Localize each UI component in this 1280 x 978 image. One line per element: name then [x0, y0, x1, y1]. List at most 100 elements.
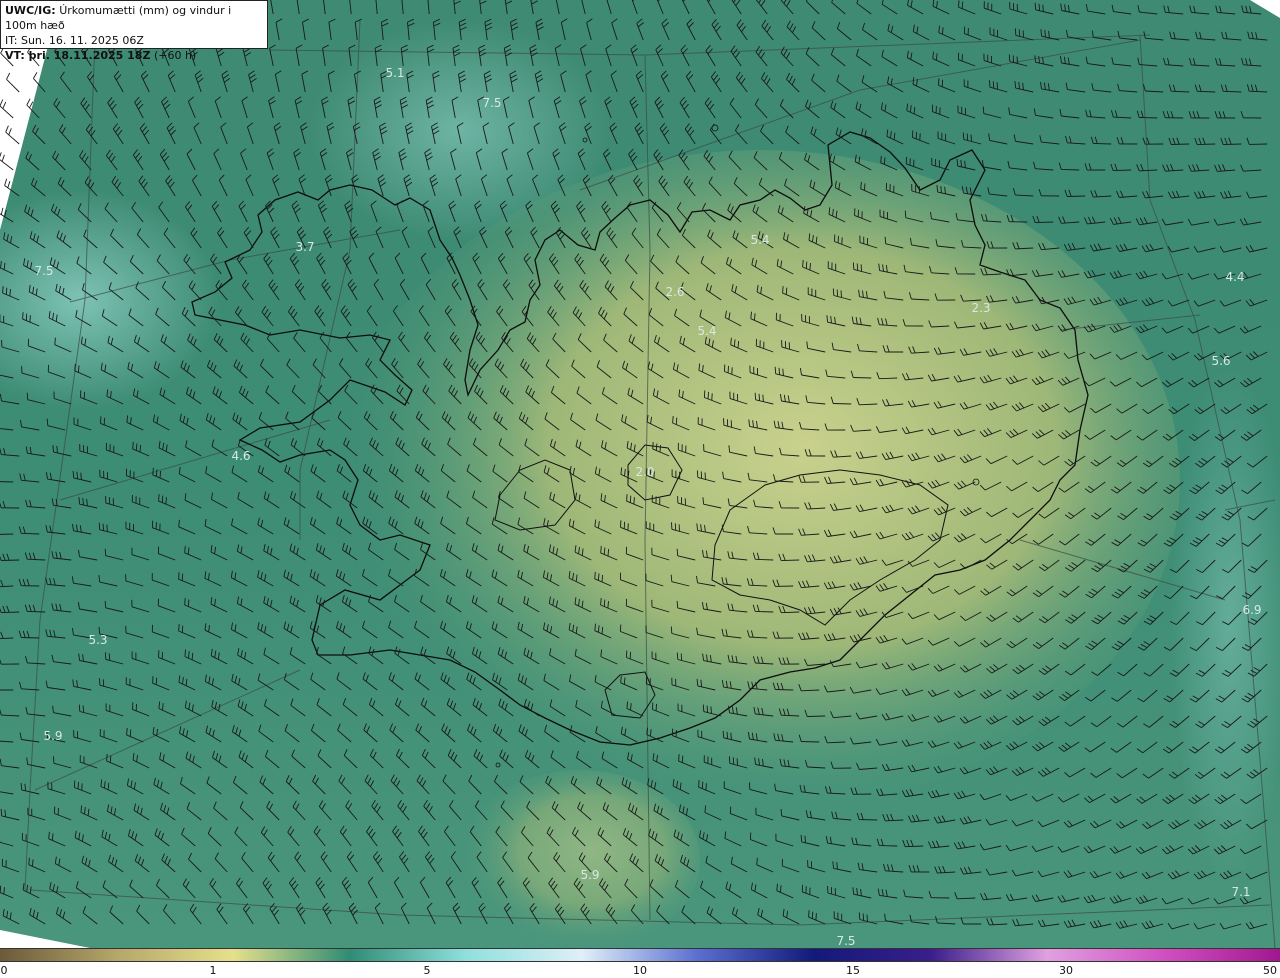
wind-barb — [1171, 143, 1190, 145]
wind-barb-feather — [880, 155, 882, 163]
wind-barb-feather — [102, 523, 105, 531]
wind-barb-feather — [139, 444, 142, 453]
wind-barb-feather — [22, 312, 24, 320]
wind-barb — [0, 533, 14, 535]
wind-barb-feather — [0, 808, 3, 816]
wind-barb-feather — [184, 597, 186, 606]
wind-barb-feather — [633, 497, 635, 505]
wind-barb-feather — [109, 755, 112, 763]
wind-barb-feather — [883, 157, 886, 165]
wind-barb-feather — [832, 288, 835, 296]
wind-barb-feather — [181, 625, 184, 633]
wind-barb-feather — [733, 339, 736, 347]
wind-barb-feather — [184, 545, 186, 553]
wind-barb-feather — [104, 600, 107, 608]
wind-barb-feather — [726, 731, 729, 739]
wind-barb-feather — [696, 678, 699, 686]
wind-barb-feather — [982, 106, 985, 114]
wind-barb-feather — [802, 259, 804, 268]
wind-barb-feather — [960, 159, 962, 167]
wind-barb-feather — [672, 415, 674, 424]
wind-barb-feather — [670, 626, 673, 634]
wind-barb-feather — [178, 572, 180, 580]
wind-barb-feather — [730, 732, 732, 740]
wind-barb — [1, 559, 20, 561]
wind-barb-feather — [1018, 29, 1021, 37]
wind-barb-feather — [800, 834, 803, 842]
wind-barb-feather — [681, 755, 684, 763]
wind-barb-feather — [1016, 56, 1018, 64]
wind-barb-feather — [28, 857, 30, 865]
wind-barb-feather — [805, 261, 808, 269]
wind-barb-feather — [722, 730, 725, 738]
wind-barb-feather — [774, 366, 777, 374]
wind-barb-feather — [701, 781, 704, 789]
wind-barb-feather — [104, 548, 107, 556]
wind-barb-feather — [129, 729, 132, 737]
wind-barb-feather — [705, 783, 707, 791]
wind-barb-feather — [178, 623, 180, 632]
wind-barb — [1197, 143, 1216, 146]
wind-barb-feather — [181, 573, 184, 581]
wind-barb-feather — [710, 706, 712, 714]
wind-barb-feather — [778, 367, 781, 375]
wind-barb — [21, 637, 40, 639]
wind-barb-feather — [607, 601, 609, 609]
wind-barb-feather — [594, 571, 596, 579]
wind-barb-feather — [161, 495, 164, 503]
wind-barb-feather — [958, 0, 960, 8]
wind-barb-feather — [9, 289, 11, 297]
wind-barb-feather — [106, 754, 108, 762]
land-field — [340, 150, 1180, 810]
wind-barb-feather — [603, 599, 606, 607]
wind-barb-feather — [600, 597, 602, 606]
wind-barb — [801, 741, 820, 743]
wind-barb-feather — [187, 599, 190, 607]
wind-barb — [1061, 168, 1080, 171]
wind-barb-feather — [809, 263, 811, 271]
wind-barb-feather — [670, 574, 673, 582]
map-view[interactable]: 5.1 7.5 3.7 5.4 2.6 5.4 2.3 4.4 5.6 4.6 … — [0, 0, 1280, 948]
wind-barb-feather — [2, 286, 4, 294]
wind-barb — [781, 559, 800, 562]
wind-barb-feather — [159, 470, 162, 479]
wind-barb-feather — [904, 210, 907, 218]
wind-barb-feather — [132, 441, 134, 449]
wind-barb-feather — [676, 548, 679, 556]
wind-barb-feather — [863, 183, 866, 191]
wind-barb-feather — [135, 443, 138, 451]
wind-barb — [0, 481, 14, 483]
wind-barb-feather — [600, 545, 602, 553]
wind-barb-feather — [77, 365, 80, 373]
wind-barb-feather — [1038, 3, 1041, 11]
wind-barb — [1067, 195, 1086, 197]
wind-barb-feather — [158, 494, 160, 502]
wind-barb — [1113, 169, 1132, 172]
wind-barb-feather — [1042, 4, 1044, 12]
wind-barb-feather — [676, 652, 679, 660]
wind-barb — [1093, 142, 1112, 145]
wind-barb-feather — [597, 573, 600, 581]
wind-barb-feather — [626, 494, 628, 502]
wind-barb — [807, 715, 826, 717]
wind-barb-feather — [704, 472, 706, 480]
wind-barb-feather — [970, 134, 972, 142]
wind-barb-feather — [51, 833, 54, 841]
wind-barb-feather — [620, 675, 622, 683]
wind-barb-feather — [675, 417, 678, 425]
wind-barb-feather — [737, 340, 740, 349]
wind-barb-feather — [782, 368, 784, 376]
wind-barb-feather — [655, 443, 658, 451]
wind-barb-feather — [155, 677, 158, 685]
wind-barb-feather — [601, 574, 604, 583]
wind-barb-feather — [698, 780, 700, 788]
wind-barb-feather — [165, 497, 167, 505]
wind-barb-feather — [26, 392, 29, 400]
wind-barb-feather — [20, 782, 23, 790]
wind-barb-feather — [155, 469, 158, 477]
wind-barb-feather — [706, 705, 709, 713]
wind-barb — [27, 610, 46, 613]
wind-barb-feather — [607, 548, 610, 557]
wind-barb-feather — [754, 392, 757, 400]
wind-barb-feather — [54, 337, 56, 345]
